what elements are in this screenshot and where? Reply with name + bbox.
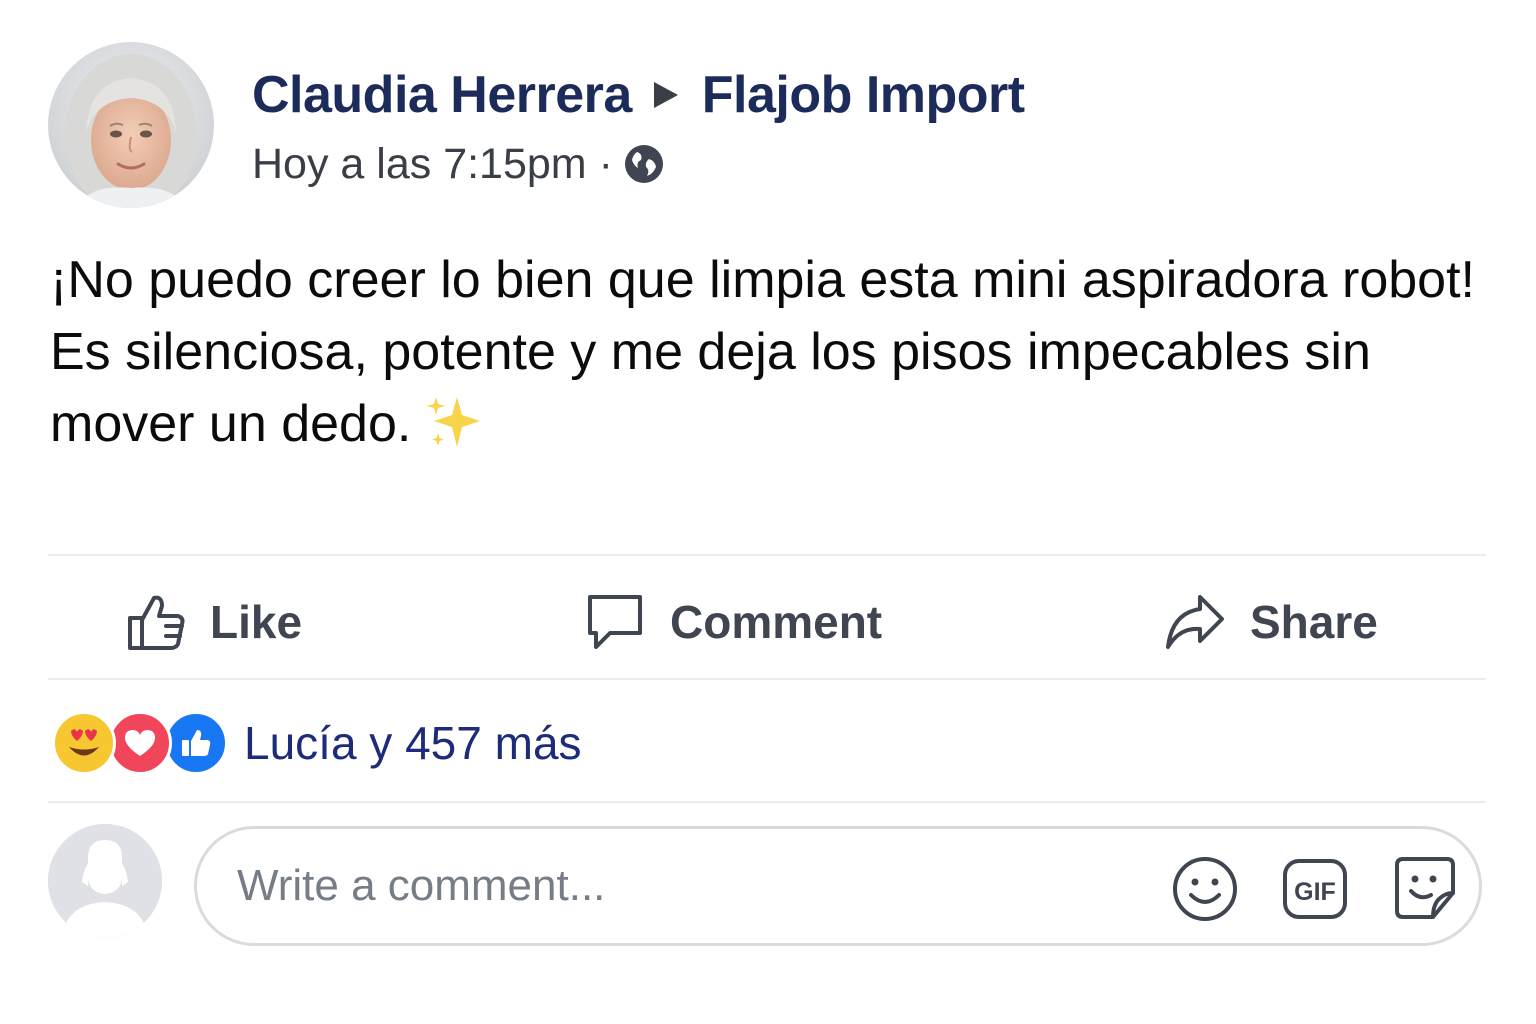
divider-middle	[48, 678, 1486, 680]
comment-label: Comment	[670, 596, 883, 648]
sticker-icon[interactable]	[1393, 855, 1457, 926]
like-label: Like	[210, 596, 303, 648]
svg-text:GIF: GIF	[1294, 878, 1336, 906]
like-reaction-icon	[164, 711, 228, 775]
share-arrow-icon	[1166, 595, 1224, 649]
emoji-icon[interactable]	[1171, 855, 1239, 928]
love-reaction-icon	[108, 711, 172, 775]
post-timestamp[interactable]: Hoy a las 7:15pm	[252, 140, 587, 189]
post-meta: Hoy a las 7:15pm ·	[252, 138, 665, 190]
heart-eyes-emoji-icon	[52, 711, 116, 775]
post-header-title: Claudia Herrera Flajob Import	[252, 62, 1025, 128]
post-actions: Like Comment Share	[48, 570, 1486, 674]
post-body: ¡No puedo creer lo bien que limpia esta …	[50, 244, 1490, 468]
like-button[interactable]: Like	[126, 570, 302, 674]
reactions-summary[interactable]: Lucía y 457 más	[52, 710, 582, 776]
facebook-post: Claudia Herrera Flajob Import Hoy a las …	[0, 0, 1536, 1024]
post-text-line-2-content: Es silenciosa, potente y me deja los pis…	[50, 323, 1371, 453]
divider-top	[48, 554, 1486, 556]
post-text-line-1: ¡No puedo creer lo bien que limpia esta …	[50, 251, 1475, 309]
comment-composer: GIF	[194, 826, 1482, 946]
comment-input[interactable]	[235, 860, 1139, 912]
reactions-count-label[interactable]: Lucía y 457 más	[244, 716, 582, 770]
share-button[interactable]: Share	[1164, 570, 1378, 674]
sparkles-emoji-icon	[425, 395, 483, 468]
target-page-name[interactable]: Flajob Import	[702, 65, 1025, 125]
comment-bubble-icon	[588, 595, 642, 649]
gif-icon[interactable]: GIF	[1281, 855, 1349, 928]
share-label: Share	[1250, 596, 1378, 648]
current-user-avatar	[48, 824, 162, 938]
play-arrow-icon	[653, 82, 678, 108]
post-text-line-2: Es silenciosa, potente y me deja los pis…	[50, 316, 1490, 468]
globe-icon[interactable]	[623, 143, 665, 185]
author-name[interactable]: Claudia Herrera	[252, 65, 632, 125]
thumbs-up-icon	[128, 595, 185, 650]
author-avatar[interactable]	[48, 42, 214, 208]
divider-bottom	[48, 801, 1486, 803]
comment-button[interactable]: Comment	[584, 570, 882, 674]
meta-separator: ·	[598, 139, 613, 188]
